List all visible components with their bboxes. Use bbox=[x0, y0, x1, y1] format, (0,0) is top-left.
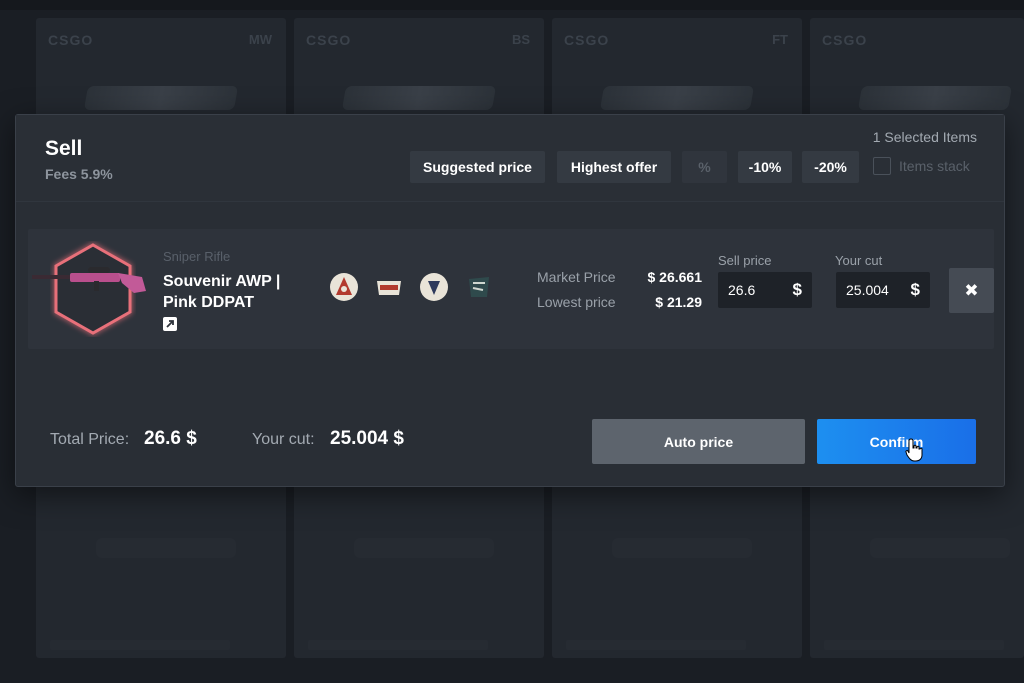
weapon-image bbox=[83, 86, 239, 110]
sell-item-row: Sniper Rifle Souvenir AWP | Pink DDPAT M… bbox=[28, 229, 994, 349]
card-footer bbox=[50, 640, 230, 650]
card-footer bbox=[824, 640, 1004, 650]
highest-offer-button[interactable]: Highest offer bbox=[557, 151, 671, 183]
weapon-image bbox=[857, 86, 1013, 110]
close-icon: ✖ bbox=[964, 280, 979, 300]
items-stack-toggle[interactable]: Items stack bbox=[873, 157, 970, 175]
card-wear-label: FT bbox=[772, 32, 788, 47]
total-price-value: 26.6 $ bbox=[144, 428, 197, 449]
card-game-label: CSGO bbox=[306, 32, 352, 48]
remove-item-button[interactable]: ✖ bbox=[949, 268, 994, 313]
modal-header: Sell Fees 5.9% 1 Selected Items Suggeste… bbox=[16, 115, 1004, 202]
fees-label: Fees 5.9% bbox=[45, 166, 113, 182]
your-cut-label: Your cut bbox=[835, 253, 883, 268]
sticker-icon bbox=[377, 281, 401, 295]
lowest-price-value: $ 21.29 bbox=[655, 294, 702, 310]
weapon-image bbox=[96, 538, 236, 558]
footer-your-cut-value: 25.004 $ bbox=[330, 428, 404, 449]
percent-button[interactable]: % bbox=[682, 151, 727, 183]
sticker-icon bbox=[469, 277, 489, 297]
minus-20-button[interactable]: -20% bbox=[802, 151, 859, 183]
auto-price-button[interactable]: Auto price bbox=[592, 419, 805, 464]
hand-cursor-icon bbox=[905, 438, 923, 462]
dollar-icon: $ bbox=[910, 280, 920, 299]
lowest-price-label: Lowest price bbox=[537, 294, 616, 310]
sell-price-input[interactable]: 26.6 $ bbox=[718, 272, 812, 308]
weapon-image bbox=[354, 538, 494, 558]
market-price-value: $ 26.661 bbox=[647, 269, 703, 285]
your-cut-value[interactable]: 25.004 bbox=[846, 282, 889, 298]
external-link-icon[interactable] bbox=[163, 317, 177, 331]
item-category: Sniper Rifle bbox=[163, 249, 231, 264]
top-bar bbox=[0, 0, 1024, 10]
card-wear-label: BS bbox=[511, 32, 530, 47]
weapon-image bbox=[612, 538, 752, 558]
card-wear-label: MW bbox=[248, 32, 272, 47]
items-stack-label: Items stack bbox=[899, 158, 970, 174]
card-footer bbox=[566, 640, 746, 650]
selected-items-count: 1 Selected Items bbox=[872, 129, 977, 145]
weapon-image bbox=[599, 86, 755, 110]
items-stack-checkbox[interactable] bbox=[873, 157, 891, 175]
modal-title: Sell bbox=[45, 137, 83, 160]
card-game-label: CSGO bbox=[48, 32, 94, 48]
sell-price-label: Sell price bbox=[718, 253, 772, 268]
card-game-label: CSGO bbox=[822, 32, 868, 48]
sticker-icon bbox=[420, 273, 448, 301]
item-name: Souvenir AWP | Pink DDPAT bbox=[163, 273, 281, 311]
dollar-icon: $ bbox=[792, 280, 802, 299]
your-cut-input[interactable]: 25.004 $ bbox=[836, 272, 930, 308]
card-game-label: CSGO bbox=[564, 32, 610, 48]
card-footer bbox=[308, 640, 488, 650]
sell-modal: Sell Fees 5.9% 1 Selected Items Suggeste… bbox=[15, 114, 1005, 487]
market-price-label: Market Price bbox=[537, 269, 616, 285]
minus-10-button[interactable]: -10% bbox=[738, 151, 792, 183]
weapon-image bbox=[870, 538, 1010, 558]
confirm-button[interactable]: Confirm bbox=[817, 419, 976, 464]
weapon-image bbox=[341, 86, 497, 110]
awp-rifle-image bbox=[32, 267, 146, 293]
footer-your-cut-label: Your cut: bbox=[252, 431, 315, 448]
suggested-price-button[interactable]: Suggested price bbox=[410, 151, 545, 183]
total-price-label: Total Price: bbox=[50, 431, 130, 448]
sticker-icon bbox=[330, 273, 358, 301]
sell-price-value[interactable]: 26.6 bbox=[728, 282, 755, 298]
